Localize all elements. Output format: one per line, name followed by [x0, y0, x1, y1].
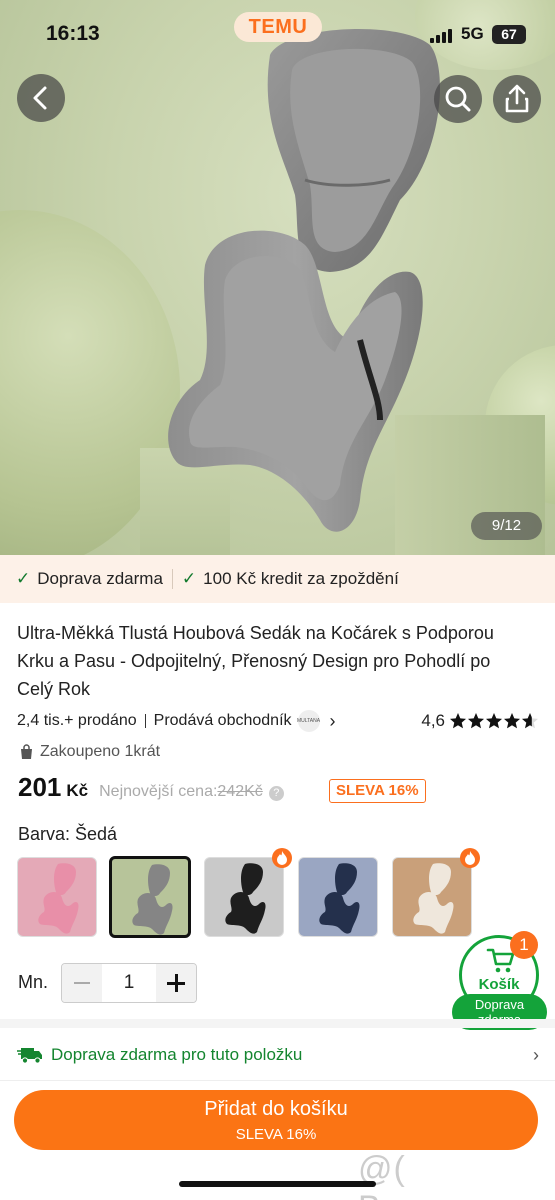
status-time: 16:13 — [46, 22, 100, 45]
color-swatch-navy[interactable] — [298, 857, 378, 937]
network-type: 5G — [461, 24, 484, 43]
search-icon — [445, 86, 471, 112]
cart-count-badge: 1 — [510, 931, 538, 959]
star-icon — [450, 713, 466, 729]
color-swatch-pink[interactable] — [17, 857, 97, 937]
star-icon — [486, 713, 502, 729]
lowest-price-label: Nejnovější cena: — [99, 783, 218, 800]
flame-icon — [272, 848, 292, 868]
currency: Kč — [66, 781, 89, 800]
quantity-stepper: 1 — [61, 963, 197, 1003]
color-swatch-grey[interactable] — [109, 856, 191, 938]
shopping-bag-icon — [21, 744, 32, 759]
add-to-cart-button[interactable]: Přidat do košíku SLEVA 16% — [14, 1090, 538, 1150]
star-icon — [522, 713, 538, 729]
bought-text: Zakoupeno 1krát — [40, 743, 161, 760]
flame-icon — [460, 848, 480, 868]
sold-count: 2,4 tis.+ prodáno — [17, 712, 137, 729]
bought-info: Zakoupeno 1krát — [19, 743, 160, 761]
color-swatch-black[interactable] — [204, 857, 284, 937]
quantity-label: Mn. — [18, 972, 49, 992]
check-icon: ✓ — [181, 569, 197, 588]
benefits-banner[interactable]: ✓ Doprava zdarma ✓ 100 Kč kredit za zpož… — [0, 555, 555, 603]
chevron-left-icon — [33, 86, 47, 110]
free-shipping-text: Doprava zdarma — [37, 569, 163, 588]
rating-stars — [449, 712, 539, 730]
swatch-thumbnail — [225, 863, 266, 934]
divider — [144, 714, 146, 728]
share-button[interactable] — [493, 75, 541, 123]
cart-shipping-line1: Doprava — [474, 997, 525, 1012]
delay-credit-text: 100 Kč kredit za zpoždění — [203, 569, 399, 588]
truck-icon — [17, 1048, 42, 1064]
divider — [171, 569, 173, 589]
star-icon — [468, 713, 484, 729]
temu-logo: TEMU — [234, 12, 322, 42]
watermark: @( Bazos.cz — [358, 1150, 503, 1200]
chevron-right-icon: › — [329, 710, 336, 731]
swatch-thumbnail — [132, 864, 173, 935]
search-button[interactable] — [434, 75, 482, 123]
divider — [0, 1080, 555, 1081]
info-icon[interactable]: ? — [268, 786, 284, 801]
price: 201 — [18, 772, 62, 802]
image-counter: 9/12 — [471, 512, 542, 540]
cart-label: Košík — [478, 976, 520, 993]
decrease-button[interactable] — [62, 964, 102, 1002]
old-price: 242Kč — [217, 783, 263, 800]
color-label: Barva: Šedá — [18, 824, 118, 844]
seller-link[interactable]: Prodává obchodník MULTANA › — [154, 710, 336, 732]
home-indicator — [179, 1181, 376, 1187]
rating[interactable]: 4,6 — [421, 711, 539, 731]
shipping-info-row[interactable]: Doprava zdarma pro tuto položku › — [17, 1041, 539, 1069]
price-row: 201 Kč Nejnovější cena: 242Kč ? — [18, 772, 284, 808]
signal-icon — [430, 29, 454, 43]
section-divider — [0, 1019, 555, 1028]
swatch-thumbnail — [413, 863, 454, 934]
quantity-value[interactable]: 1 — [102, 964, 156, 1002]
swatch-thumbnail — [319, 863, 360, 934]
star-icon — [504, 713, 520, 729]
rating-value: 4,6 — [421, 711, 445, 730]
add-to-cart-label: Přidat do košíku — [204, 1098, 348, 1120]
check-icon: ✓ — [16, 569, 31, 588]
battery-icon: 67 — [492, 25, 526, 44]
share-icon — [505, 84, 529, 113]
product-title: Ultra-Měkká Tlustá Houbová Sedák na Kočá… — [17, 623, 494, 699]
product-image-gallery[interactable]: 16:13 TEMU 5G 67 9/12 — [0, 0, 555, 555]
add-to-cart-sublabel: SLEVA 16% — [235, 1126, 317, 1143]
product-meta-row: 2,4 tis.+ prodáno Prodává obchodník MULT… — [17, 709, 539, 733]
swatch-thumbnail — [38, 863, 79, 934]
shipping-info-text: Doprava zdarma pro tuto položku — [51, 1045, 303, 1064]
back-button[interactable] — [17, 74, 65, 122]
discount-badge: SLEVA 16% — [329, 779, 426, 803]
color-swatch-beige[interactable] — [392, 857, 472, 937]
seller-logo: MULTANA — [297, 710, 320, 732]
increase-button[interactable] — [156, 964, 196, 1002]
chevron-right-icon: › — [533, 1044, 539, 1065]
seller-label: Prodává obchodník — [153, 712, 292, 729]
